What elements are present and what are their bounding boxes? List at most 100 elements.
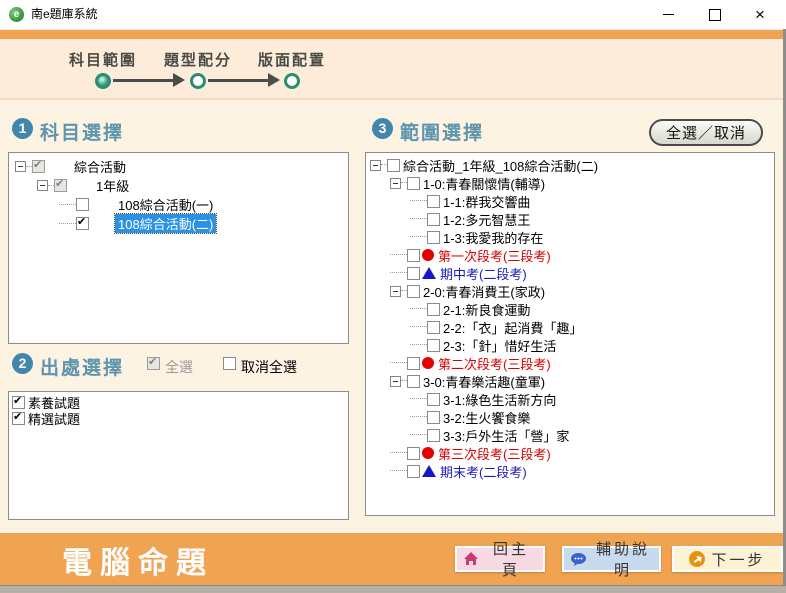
tree-item[interactable]: 3-3:戶外生活「營」家 [366,426,774,444]
checkbox[interactable] [427,393,440,406]
tree-item[interactable]: 綜合活動 [9,157,348,176]
checkbox[interactable] [54,179,67,192]
arrow-circle-icon [689,551,705,567]
home-button[interactable]: 回主頁 [455,546,545,572]
tree-item-label: 第三次段考(三段考) [435,444,554,463]
tree-item-label: 期末考(二段考) [437,462,530,481]
exam-marker-circle-icon [422,447,434,459]
tree-connector [59,204,76,206]
tree-item[interactable]: 1-3:我愛我的存在 [366,228,774,246]
tree-connector [410,308,427,310]
checkbox[interactable] [12,412,25,425]
tree-item-label: 1-1:群我交響曲 [440,192,533,211]
checkbox[interactable] [32,160,45,173]
minimize-button[interactable] [654,4,682,25]
help-button[interactable]: 輔助說明 [562,546,661,572]
expander-icon[interactable] [370,160,381,171]
tree-item-label: 3-2:生火饗食樂 [440,408,533,427]
expander-icon[interactable] [390,376,401,387]
checkbox[interactable] [407,357,420,370]
tree-item[interactable]: 2-2:「衣」起消費「趣」 [366,318,774,336]
accent-strip [0,30,786,39]
step-circle [190,73,206,89]
checkbox[interactable] [387,159,400,172]
tree-item[interactable]: 3-1:綠色生活新方向 [366,390,774,408]
checkbox[interactable] [76,198,89,211]
select-all-toggle-button[interactable]: 全選／取消 [649,119,763,146]
checkbox[interactable] [427,429,440,442]
tree-item[interactable]: 第一次段考(三段考) [366,246,774,264]
tree-item-label: 期中考(二段考) [437,264,530,283]
minimize-icon [663,14,674,15]
next-button-label: 下一步 [711,549,765,570]
house-icon [463,551,479,567]
tree-item-label: 綜合活動_1年級_108綜合活動(二) [400,156,601,175]
checkbox[interactable] [427,321,440,334]
next-step-button[interactable]: 下一步 [672,546,783,572]
tree-connector [410,326,427,328]
checkbox[interactable] [427,213,440,226]
checkbox[interactable] [427,195,440,208]
checkbox[interactable] [427,231,440,244]
deselect-all-checkbox[interactable] [223,357,236,370]
tree-connector [390,254,407,256]
tree-item-label: 1年級 [93,176,132,195]
tree-item[interactable]: 2-1:新良食運動 [366,300,774,318]
tree-item[interactable]: 108綜合活動(二) [9,214,348,233]
tree-item[interactable]: 3-2:生火饗食樂 [366,408,774,426]
list-item[interactable]: 精選試題 [9,410,348,426]
select-all-checkbox[interactable] [147,357,160,370]
checkbox[interactable] [427,411,440,424]
maximize-button[interactable] [701,4,729,25]
window-title: 南e題庫系統 [31,0,98,29]
wizard-steps: 科目範圍 題型配分 版面配置 [0,39,786,100]
help-button-label: 輔助說明 [593,538,653,580]
tree-item[interactable]: 108綜合活動(一) [9,195,348,214]
tree-item[interactable]: 1年級 [9,176,348,195]
tree-item[interactable]: 期中考(二段考) [366,264,774,282]
tree-item-label: 2-3:「針」惜好生活 [440,336,559,355]
tree-item[interactable]: 1-2:多元智慧王 [366,210,774,228]
expander-icon[interactable] [37,180,48,191]
expander-icon[interactable] [390,178,401,189]
step-circle-active [95,73,111,89]
step-circle [284,73,300,89]
expander-icon[interactable] [15,161,26,172]
tree-item[interactable]: 1-0:青春關懷情(輔導) [366,174,774,192]
deselect-all-label: 取消全選 [241,357,297,377]
expander-icon[interactable] [390,286,401,297]
close-button[interactable]: × [746,4,774,25]
checkbox[interactable] [407,375,420,388]
tree-connector [410,416,427,418]
checkbox[interactable] [407,285,420,298]
checkbox[interactable] [407,177,420,190]
source-list-box: 素養試題精選試題 [8,391,349,520]
tree-item-label: 3-3:戶外生活「營」家 [440,426,572,445]
brand-title: 電腦命題 [62,538,214,582]
tree-connector [390,470,407,472]
tree-item-label: 第一次段考(三段考) [435,246,554,265]
subject-selection-title: 科目選擇 [40,118,124,145]
tree-item[interactable]: 2-3:「針」惜好生活 [366,336,774,354]
tree-item[interactable]: 期末考(二段考) [366,462,774,480]
source-selection-title: 出處選擇 [40,353,124,380]
tree-item[interactable]: 1-1:群我交響曲 [366,192,774,210]
tree-item[interactable]: 第三次段考(三段考) [366,444,774,462]
tree-item[interactable]: 3-0:青春樂活趣(童軍) [366,372,774,390]
checkbox[interactable] [407,465,420,478]
checkbox[interactable] [407,249,420,262]
checkbox[interactable] [12,396,25,409]
tree-connector [410,218,427,220]
checkbox[interactable] [407,447,420,460]
tree-item[interactable]: 2-0:青春消費王(家政) [366,282,774,300]
step-arrow [208,79,268,82]
checkbox[interactable] [407,267,420,280]
list-item-label: 精選試題 [25,409,83,428]
checkbox[interactable] [427,339,440,352]
speech-bubble-icon [570,552,587,567]
tree-item[interactable]: 綜合活動_1年級_108綜合活動(二) [366,156,774,174]
checkbox[interactable] [76,217,89,230]
tree-item[interactable]: 第二次段考(三段考) [366,354,774,372]
checkbox[interactable] [427,303,440,316]
tree-item-label: 1-0:青春關懷情(輔導) [420,174,548,193]
